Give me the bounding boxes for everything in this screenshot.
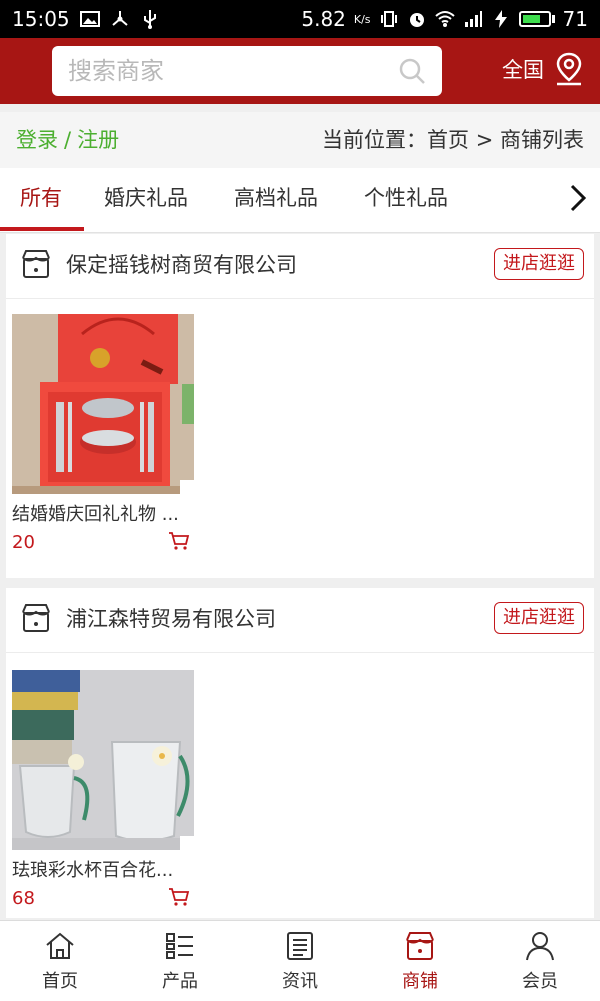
zoom-icon [180,836,194,850]
region-selector[interactable]: 全国 [502,56,544,84]
gift-box-picture [12,314,194,494]
cart-icon[interactable] [168,531,190,551]
nav-news[interactable]: 资讯 [240,921,360,1001]
network-speed: 5.82 [301,7,346,31]
visit-shop-button[interactable]: 进店逛逛 [494,248,584,280]
share-icon [111,11,128,26]
list-icon [166,933,193,959]
nav-shops[interactable]: 商铺 [360,921,480,1001]
login-link[interactable]: 登录 [16,128,58,152]
store-icon [22,604,50,632]
product-price: 20 [12,532,35,553]
nav-home[interactable]: 首页 [0,921,120,1001]
image-icon [79,11,100,27]
product-image[interactable] [12,670,194,850]
location-pin-icon[interactable] [554,52,584,86]
vibrate-icon [380,11,397,27]
tab-premium-gifts[interactable]: 高档礼品 [234,168,318,228]
search-placeholder: 搜索商家 [68,57,164,85]
user-icon [526,932,554,961]
shop-card-header: 浦江森特贸易有限公司 进店逛逛 [6,588,594,653]
product-item[interactable]: 结婚婚庆回礼礼物 ... 20 [12,314,194,553]
nav-products[interactable]: 产品 [120,921,240,1001]
product-item[interactable]: 珐琅彩水杯百合花... 68 [12,670,194,909]
nav-home-label: 首页 [42,971,78,992]
product-name[interactable]: 结婚婚庆回礼礼物 ... [12,500,194,526]
shop-card: 浦江森特贸易有限公司 进店逛逛 珐琅彩水杯百合花... 68 [6,588,594,918]
store-icon [22,250,50,278]
shop-name[interactable]: 保定摇钱树商贸有限公司 [66,234,297,296]
battery-level: 71 [562,7,588,31]
cart-icon[interactable] [168,887,190,907]
alarm-icon [409,13,424,27]
app-header: 搜索商家 全国 [0,38,600,104]
nav-member-label: 会员 [522,971,558,992]
auth-links: 登录 / 注册 [16,112,119,168]
status-bar: 15:05 5.82 K/s 71 [0,0,600,38]
shop-icon [406,932,434,960]
wifi-icon [434,11,455,27]
signal-icon [464,11,482,27]
tab-wedding-gifts[interactable]: 婚庆礼品 [104,168,188,228]
chevron-right-icon[interactable] [566,182,590,214]
nav-products-label: 产品 [162,971,198,992]
product-name[interactable]: 珐琅彩水杯百合花... [12,856,194,882]
category-tabs: 所有 婚庆礼品 高档礼品 个性礼品 [0,168,600,233]
shop-card-header: 保定摇钱树商贸有限公司 进店逛逛 [6,234,594,299]
battery-icon [518,11,555,27]
news-icon [287,932,313,960]
home-icon [46,932,74,959]
auth-separator: / [64,128,72,152]
search-icon[interactable] [398,57,426,85]
charging-icon [494,10,507,28]
register-link[interactable]: 注册 [77,128,119,152]
usb-icon [143,10,156,29]
product-price: 68 [12,888,35,909]
breadcrumb: 当前位置：首页 > 商铺列表 [322,128,584,152]
bottom-navigation: 首页 产品 资讯 商铺 会员 [0,920,600,1001]
clock: 15:05 [12,7,70,31]
shop-card: 保定摇钱树商贸有限公司 进店逛逛 结婚婚庆回礼礼物 ... 20 [6,234,594,578]
tab-all[interactable]: 所有 [20,168,62,228]
nav-member[interactable]: 会员 [480,921,600,1001]
breadcrumb-bar: 登录 / 注册 当前位置：首页 > 商铺列表 [0,112,600,168]
search-input[interactable]: 搜索商家 [52,46,442,96]
tab-custom-gifts[interactable]: 个性礼品 [364,168,448,228]
glass-cups-picture [12,670,194,850]
shop-name[interactable]: 浦江森特贸易有限公司 [66,588,276,650]
network-unit: K/s [353,12,371,26]
product-image[interactable] [12,314,194,494]
active-tab-indicator [0,227,84,231]
nav-shops-label: 商铺 [402,971,438,992]
zoom-icon [180,480,194,494]
nav-news-label: 资讯 [282,971,318,992]
visit-shop-button[interactable]: 进店逛逛 [494,602,584,634]
